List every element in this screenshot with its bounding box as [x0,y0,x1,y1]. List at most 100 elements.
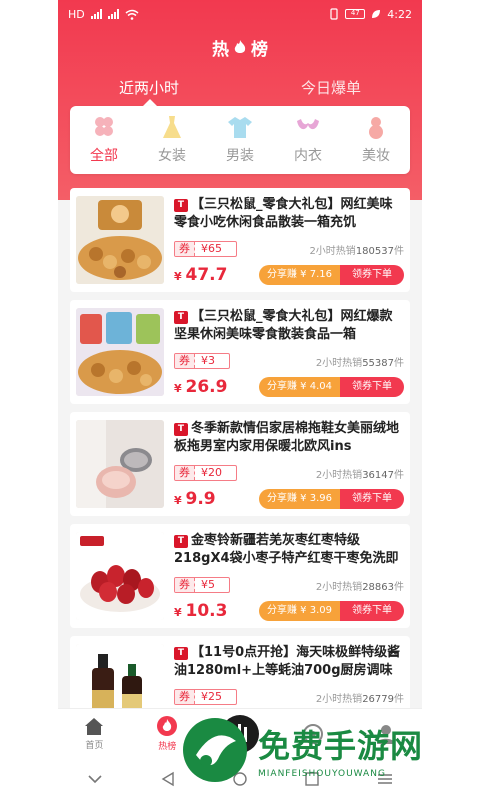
product-image[interactable] [76,532,164,620]
time-tabs: 近两小时 今日爆单 [58,70,422,106]
sales-prefix: 2小时热销 [315,469,363,481]
price-value: 10.3 [185,601,228,621]
claim-coupon-button[interactable]: 领券下单 [340,265,404,285]
action-buttons: 分享赚 ¥ 4.04 领券下单 [259,377,404,397]
coupon-tag: 券 ¥20 [174,465,237,481]
product-title[interactable]: T 【三只松鼠_零食大礼包】网红美味零食小吃休闲食品散装一箱充饥 [174,196,404,232]
clover-icon [95,117,113,136]
sales-number: 55387 [362,357,394,369]
category-beauty[interactable]: 美妆 [342,106,410,174]
claim-coupon-button[interactable]: 领券下单 [340,601,404,621]
coupon-row: 券 ¥20 2小时热销36147件 [174,464,404,482]
product-image[interactable] [76,196,164,284]
product-price: ¥ 47.7 [174,265,227,285]
product-info: T 【三只松鼠_零食大礼包】网红爆款坚果休闲美味零食散装食品一箱 券 ¥3 2小时热… [174,308,404,398]
product-title-text: 金枣铃新疆若羌灰枣红枣特级218gX4袋小枣子特产红枣干枣免洗即食 [174,533,399,566]
flame-icon [234,40,246,53]
product-card[interactable]: T 冬季新款情侣家居棉拖鞋女美丽绒地板拖男室内家用保暖北欧风ins 券 ¥20 2小… [70,412,410,516]
sales-count: 2小时热销28863件 [316,578,404,593]
price-row: ¥ 9.9 分享赚 ¥ 3.96 领券下单 [174,488,404,510]
app-window: HD 47 4:22 热 榜 近两小时 今日爆单 全部 女装 男装 内衣 美妆 … [58,0,422,800]
title-left: 热 [212,39,229,60]
watermark-logo: 免费手游网 MIANFEISHOUYOUWANG [180,700,480,800]
sales-suffix: 件 [394,245,404,257]
chevron-down-icon[interactable] [87,774,103,784]
claim-coupon-button[interactable]: 领券下单 [340,489,404,509]
nav-home[interactable]: 首页 [58,709,131,758]
watermark-en: MIANFEISHOUYOUWANG [258,769,386,779]
category-men[interactable]: 男装 [206,106,274,174]
price-row: ¥ 47.7 分享赚 ¥ 7.16 领券下单 [174,264,404,286]
action-buttons: 分享赚 ¥ 3.09 领券下单 [259,601,404,621]
product-card[interactable]: T金枣铃新疆若羌灰枣红枣特级218gX4袋小枣子特产红枣干枣免洗即食 券 ¥5 2… [70,524,410,628]
product-price: ¥ 26.9 [174,377,227,397]
nav-label: 热榜 [158,742,177,752]
status-left: HD [68,8,139,21]
coupon-tag: 券 ¥65 [174,241,237,257]
category-women[interactable]: 女装 [138,106,206,174]
tmall-badge-icon: T [174,199,188,212]
claim-coupon-button[interactable]: 领券下单 [340,377,404,397]
product-title[interactable]: T 【三只松鼠_零食大礼包】网红爆款坚果休闲美味零食散装食品一箱 [174,308,404,344]
sales-prefix: 2小时热销 [309,245,356,257]
currency-symbol: ¥ [174,270,182,283]
coupon-row: 券 ¥3 2小时热销55387件 [174,352,404,370]
red-dates-image [76,532,164,620]
product-title-text: 【三只松鼠_零食大礼包】网红爆款坚果休闲美味零食散装食品一箱 [174,309,393,342]
tmall-badge-icon: T [174,647,188,660]
category-label: 男装 [226,148,254,164]
back-icon[interactable] [161,771,175,787]
product-list: T 【三只松鼠_零食大礼包】网红美味零食小吃休闲食品散装一箱充饥 券 ¥65 2小时… [70,188,410,748]
screen: HD 47 4:22 热 榜 近两小时 今日爆单 全部 女装 男装 内衣 美妆 … [0,0,480,800]
tab-today[interactable]: 今日爆单 [240,70,422,106]
share-earn-button[interactable]: 分享赚 ¥ 3.09 [259,601,340,621]
share-earn-button[interactable]: 分享赚 ¥ 7.16 [259,265,340,285]
coupon-row: 券 ¥65 2小时热销180537件 [174,240,404,258]
snack-mix-image [76,308,164,396]
product-title-text: 【三只松鼠_零食大礼包】网红美味零食小吃休闲食品散装一箱充饥 [174,197,393,230]
price-row: ¥ 26.9 分享赚 ¥ 4.04 领券下单 [174,376,404,398]
snack-bag-image [76,196,164,284]
gourd-icon [369,117,383,139]
product-title[interactable]: T 【11号0点开抢】海天味极鲜特级酱油1280ml+上等蚝油700g厨房调味 [174,644,404,680]
coupon-value: ¥3 [201,354,215,367]
price-value: 9.9 [185,489,216,509]
hd-label: HD [68,7,85,21]
product-title-text: 冬季新款情侣家居棉拖鞋女美丽绒地板拖男室内家用保暖北欧风ins [174,421,400,454]
slippers-image [76,420,164,508]
tab-two-hours[interactable]: 近两小时 [58,70,240,106]
share-earn-button[interactable]: 分享赚 ¥ 4.04 [259,377,340,397]
watermark-cn: 免费手游网 [258,727,424,765]
category-label: 内衣 [294,148,322,164]
sales-prefix: 2小时热销 [315,581,363,593]
sales-suffix: 件 [394,581,404,593]
clock-time: 4:22 [387,7,412,21]
category-all[interactable]: 全部 [70,106,138,174]
product-title[interactable]: T 冬季新款情侣家居棉拖鞋女美丽绒地板拖男室内家用保暖北欧风ins [174,420,404,456]
product-image[interactable] [76,308,164,396]
category-label: 女装 [158,148,186,164]
product-card[interactable]: T 【三只松鼠_零食大礼包】网红爆款坚果休闲美味零食散装食品一箱 券 ¥3 2小时热… [70,300,410,404]
category-underwear[interactable]: 内衣 [274,106,342,174]
product-price: ¥ 10.3 [174,601,227,621]
product-info: T 【三只松鼠_零食大礼包】网红美味零食小吃休闲食品散装一箱充饥 券 ¥65 2小时… [174,196,404,286]
sales-number: 28863 [362,581,394,593]
action-buttons: 分享赚 ¥ 3.96 领券下单 [259,489,404,509]
currency-symbol: ¥ [174,494,182,507]
product-title[interactable]: T金枣铃新疆若羌灰枣红枣特级218gX4袋小枣子特产红枣干枣免洗即食 [174,532,404,568]
watermark-emblem-icon [183,718,247,782]
home-icon [85,718,104,735]
share-earn-button[interactable]: 分享赚 ¥ 3.96 [259,489,340,509]
product-image[interactable] [76,420,164,508]
currency-symbol: ¥ [174,382,182,395]
sales-suffix: 件 [394,469,404,481]
nav-label: 首页 [85,741,104,751]
status-right: 47 4:22 [329,8,412,21]
coupon-label: 券 [175,354,195,368]
shirt-icon [228,117,252,138]
product-card[interactable]: T 【三只松鼠_零食大礼包】网红美味零食小吃休闲食品散装一箱充饥 券 ¥65 2小时… [70,188,410,292]
left-margin [0,0,58,800]
battery-icon: 47 [345,9,366,19]
signal-icon [107,9,119,19]
coupon-tag: 券 ¥3 [174,353,230,369]
